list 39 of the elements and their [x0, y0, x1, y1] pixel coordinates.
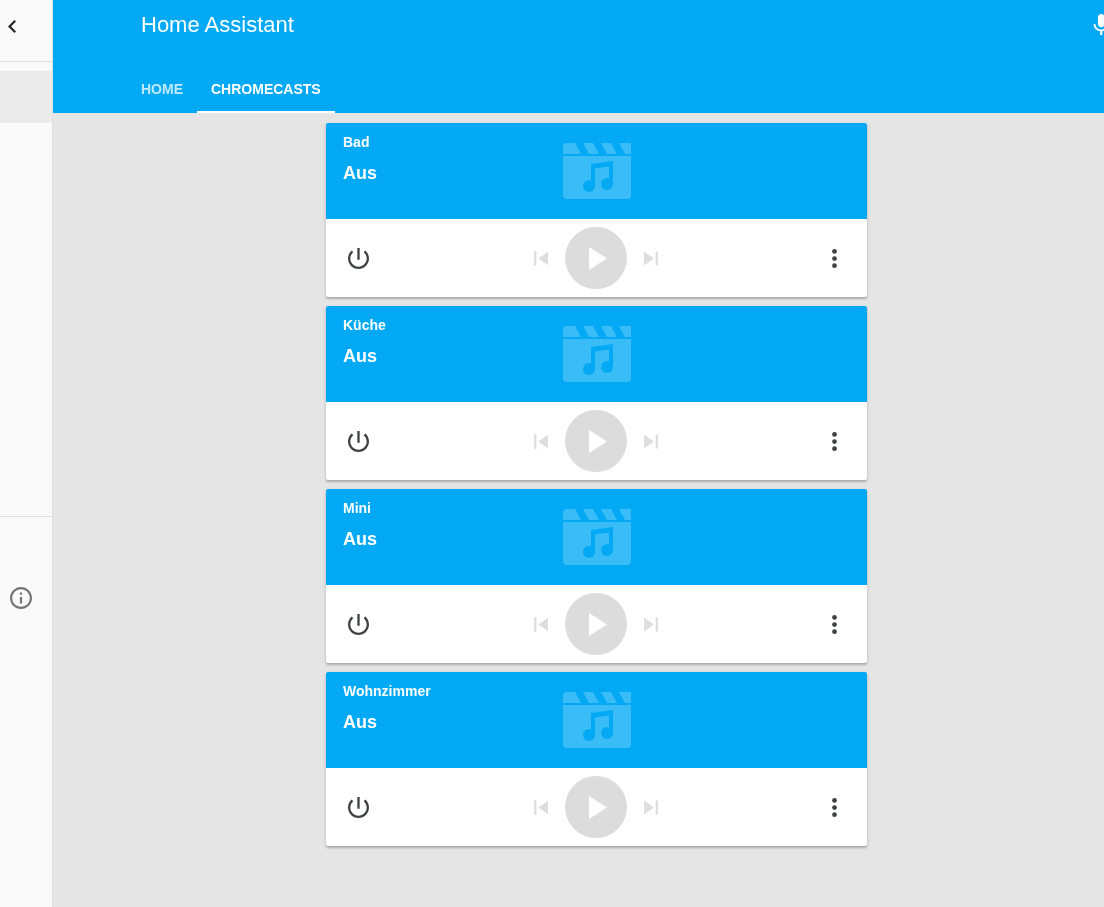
clapperboard-music-icon — [562, 143, 631, 199]
sidebar-item[interactable] — [0, 71, 52, 123]
player-state: Aus — [343, 345, 377, 368]
skip-previous-icon — [534, 433, 548, 449]
app-title: Home Assistant — [141, 12, 294, 38]
skip-previous-icon — [534, 616, 548, 632]
player-state: Aus — [343, 528, 377, 551]
clapperboard-music-icon — [562, 509, 631, 565]
skip-next-icon — [644, 433, 658, 449]
skip-next-icon — [644, 799, 658, 815]
power-icon — [347, 613, 369, 635]
info-icon — [10, 587, 32, 609]
power-icon — [347, 796, 369, 818]
play-icon — [589, 795, 607, 819]
clapperboard-music-icon — [562, 326, 631, 382]
power-icon — [347, 247, 369, 269]
chevron-left-icon — [8, 19, 16, 33]
play-icon — [589, 612, 607, 636]
player-name: Küche — [343, 316, 386, 335]
player-state: Aus — [343, 162, 377, 185]
power-icon — [347, 430, 369, 452]
play-icon — [589, 246, 607, 270]
more-vertical-icon — [831, 797, 837, 817]
about-button[interactable] — [10, 587, 32, 609]
microphone-icon[interactable] — [1093, 14, 1104, 36]
player-name: Mini — [343, 499, 371, 518]
player-state: Aus — [343, 711, 377, 734]
more-vertical-icon — [831, 614, 837, 634]
skip-previous-icon — [534, 799, 548, 815]
tab[interactable]: HOME — [127, 65, 197, 113]
skip-next-icon — [644, 250, 658, 266]
more-vertical-icon — [831, 248, 837, 268]
player-name: Bad — [343, 133, 370, 152]
play-icon — [589, 429, 607, 453]
clapperboard-music-icon — [562, 692, 631, 748]
more-vertical-icon — [831, 431, 837, 451]
skip-next-icon — [644, 616, 658, 632]
player-name: Wohnzimmer — [343, 682, 431, 701]
skip-previous-icon — [534, 250, 548, 266]
